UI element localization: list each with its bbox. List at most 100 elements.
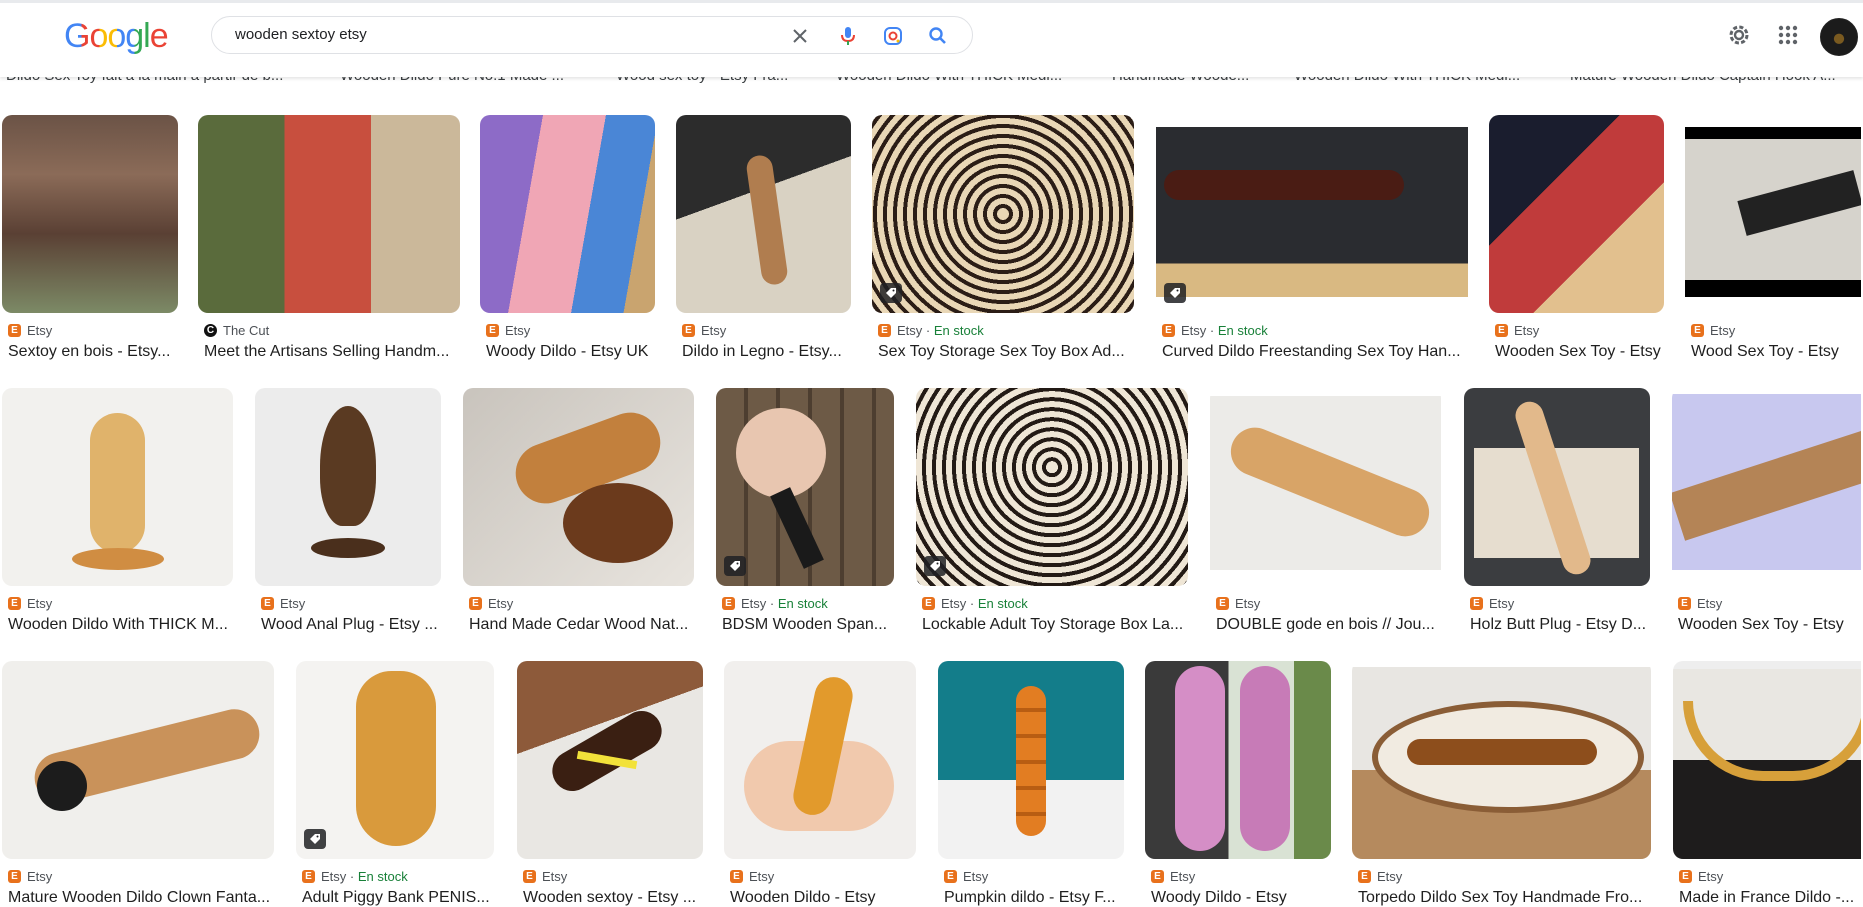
result-title[interactable]: Meet the Artisans Selling Handm... [204, 343, 460, 361]
image-result[interactable]: E Etsy Hand Made Cedar Wood Nat... [463, 388, 694, 638]
result-source[interactable]: E Etsy [486, 323, 530, 338]
result-title[interactable]: Wooden Sex Toy - Etsy [1495, 343, 1665, 361]
result-thumbnail[interactable] [1489, 115, 1664, 313]
search-box[interactable]: wooden sextoy etsy [211, 16, 973, 54]
result-thumbnail[interactable] [1673, 661, 1861, 859]
mic-icon[interactable] [837, 25, 859, 47]
result-thumbnail[interactable] [296, 661, 494, 859]
result-source[interactable]: E Etsy [1216, 596, 1260, 611]
result-source[interactable]: E Etsy [1691, 323, 1735, 338]
result-thumbnail[interactable] [1464, 388, 1650, 586]
avatar[interactable] [1820, 18, 1858, 56]
result-thumbnail[interactable] [463, 388, 694, 586]
result-thumbnail[interactable] [1685, 115, 1861, 313]
result-source[interactable]: E Etsy [8, 323, 52, 338]
result-source[interactable]: E Etsy · En stock [1162, 323, 1268, 338]
result-source[interactable]: E Etsy [730, 869, 774, 884]
result-title[interactable]: Wooden sextoy - Etsy ... [523, 889, 703, 907]
result-thumbnail[interactable] [938, 661, 1124, 859]
image-result[interactable]: E Etsy Torpedo Dildo Sex Toy Handmade Fro… [1352, 661, 1651, 906]
result-title[interactable]: Sextoy en bois - Etsy... [8, 343, 178, 361]
result-title[interactable]: Curved Dildo Freestanding Sex Toy Han... [1162, 343, 1468, 361]
result-thumbnail[interactable] [2, 115, 178, 313]
image-result[interactable]: E Etsy Woody Dildo - Etsy UK [480, 115, 655, 365]
image-result[interactable]: E Etsy · En stock Sex Toy Storage Sex Toy… [872, 115, 1134, 365]
result-thumbnail[interactable] [724, 661, 916, 859]
image-result[interactable]: E Etsy Made in France Dildo -... [1673, 661, 1861, 906]
apps-grid-icon[interactable] [1774, 21, 1802, 49]
search-icon[interactable] [927, 25, 949, 47]
result-source[interactable]: E Etsy [8, 596, 52, 611]
image-result[interactable]: E Etsy Pumpkin dildo - Etsy F... [938, 661, 1124, 906]
image-result[interactable]: E Etsy · En stock BDSM Wooden Span... [716, 388, 894, 638]
image-result[interactable]: E Etsy · En stock Curved Dildo Freestandi… [1156, 115, 1468, 365]
result-source[interactable]: E Etsy · En stock [922, 596, 1028, 611]
result-title[interactable]: DOUBLE gode en bois // Jou... [1216, 616, 1441, 634]
close-icon[interactable] [789, 25, 811, 47]
result-source[interactable]: E Etsy [1679, 869, 1723, 884]
result-title[interactable]: BDSM Wooden Span... [722, 616, 894, 634]
google-logo[interactable]: Google [64, 17, 169, 56]
result-title[interactable]: Lockable Adult Toy Storage Box La... [922, 616, 1188, 634]
result-title[interactable]: Holz Butt Plug - Etsy D... [1470, 616, 1650, 634]
result-thumbnail[interactable] [198, 115, 460, 313]
image-result[interactable]: E Etsy Dildo in Legno - Etsy... [676, 115, 851, 365]
result-title[interactable]: Pumpkin dildo - Etsy F... [944, 889, 1124, 907]
result-source[interactable]: E Etsy · En stock [878, 323, 984, 338]
image-result[interactable]: E Etsy Sextoy en bois - Etsy... [2, 115, 178, 365]
result-thumbnail[interactable] [480, 115, 655, 313]
image-result[interactable]: E Etsy Holz Butt Plug - Etsy D... [1464, 388, 1650, 638]
result-title[interactable]: Wooden Dildo - Etsy [730, 889, 916, 907]
image-result[interactable]: E Etsy DOUBLE gode en bois // Jou... [1210, 388, 1441, 638]
image-result[interactable]: E Etsy Wooden Dildo With THICK M... [2, 388, 233, 638]
result-title[interactable]: Made in France Dildo -... [1679, 889, 1861, 907]
result-source[interactable]: E Etsy [8, 869, 52, 884]
result-title[interactable]: Wood Anal Plug - Etsy ... [261, 616, 441, 634]
result-thumbnail[interactable] [517, 661, 703, 859]
result-thumbnail[interactable] [1156, 115, 1468, 313]
result-title[interactable]: Wooden Sex Toy - Etsy [1678, 616, 1861, 634]
result-source[interactable]: E Etsy · En stock [722, 596, 828, 611]
result-title[interactable]: Adult Piggy Bank PENIS... [302, 889, 494, 907]
result-source[interactable]: E Etsy [523, 869, 567, 884]
result-title[interactable]: Sex Toy Storage Sex Toy Box Ad... [878, 343, 1134, 361]
result-source[interactable]: E Etsy [1495, 323, 1539, 338]
gear-icon[interactable] [1725, 21, 1753, 49]
camera-lens-icon[interactable] [882, 25, 904, 47]
result-title[interactable]: Wood Sex Toy - Etsy [1691, 343, 1861, 361]
result-title[interactable]: Torpedo Dildo Sex Toy Handmade Fro... [1358, 889, 1651, 907]
search-input[interactable]: wooden sextoy etsy [235, 26, 367, 43]
result-title[interactable]: Woody Dildo - Etsy UK [486, 343, 656, 361]
result-thumbnail[interactable] [2, 661, 274, 859]
result-thumbnail[interactable] [676, 115, 851, 313]
result-source[interactable]: E Etsy [682, 323, 726, 338]
result-source[interactable]: E Etsy [944, 869, 988, 884]
image-result[interactable]: C The Cut Meet the Artisans Selling Handm… [198, 115, 460, 365]
result-source[interactable]: E Etsy · En stock [302, 869, 408, 884]
image-result[interactable]: E Etsy Wooden Sex Toy - Etsy [1489, 115, 1664, 365]
result-title[interactable]: Woody Dildo - Etsy [1151, 889, 1331, 907]
result-source[interactable]: E Etsy [1151, 869, 1195, 884]
result-thumbnail[interactable] [872, 115, 1134, 313]
image-result[interactable]: E Etsy Wooden Dildo - Etsy [724, 661, 916, 906]
result-source[interactable]: E Etsy [1678, 596, 1722, 611]
result-source[interactable]: E Etsy [469, 596, 513, 611]
image-result[interactable]: E Etsy Wooden Sex Toy - Etsy [1672, 388, 1861, 638]
result-source[interactable]: E Etsy [1470, 596, 1514, 611]
result-thumbnail[interactable] [1145, 661, 1331, 859]
result-thumbnail[interactable] [716, 388, 894, 586]
result-source[interactable]: E Etsy [261, 596, 305, 611]
image-result[interactable]: E Etsy Wood Anal Plug - Etsy ... [255, 388, 441, 638]
result-title[interactable]: Wooden Dildo With THICK M... [8, 616, 233, 634]
result-title[interactable]: Dildo in Legno - Etsy... [682, 343, 852, 361]
image-result[interactable]: E Etsy Wooden sextoy - Etsy ... [517, 661, 703, 906]
image-result[interactable]: E Etsy Woody Dildo - Etsy [1145, 661, 1331, 906]
image-result[interactable]: E Etsy · En stock Lockable Adult Toy Stor… [916, 388, 1188, 638]
result-source[interactable]: E Etsy [1358, 869, 1402, 884]
result-thumbnail[interactable] [1672, 388, 1861, 586]
result-source[interactable]: C The Cut [204, 323, 269, 338]
image-result[interactable]: E Etsy Mature Wooden Dildo Clown Fanta... [2, 661, 274, 906]
result-thumbnail[interactable] [1210, 388, 1441, 586]
result-thumbnail[interactable] [255, 388, 441, 586]
image-result[interactable]: E Etsy · En stock Adult Piggy Bank PENIS.… [296, 661, 494, 906]
